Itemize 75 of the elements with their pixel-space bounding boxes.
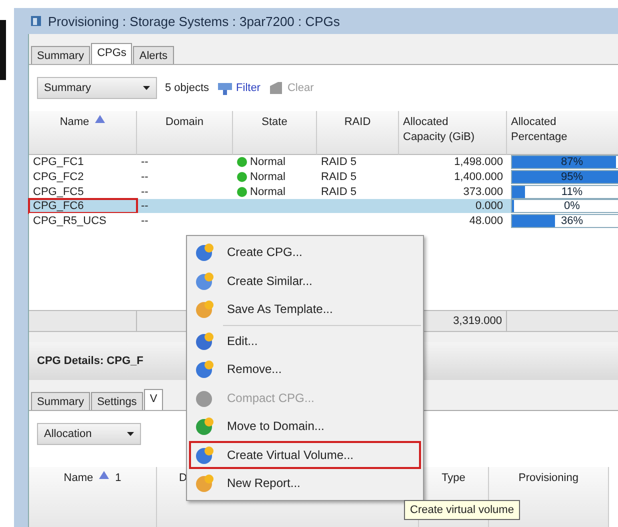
column-header[interactable]: Allocated Capacity (GiB) — [399, 111, 507, 156]
details-title: CPG Details: CPG_F — [37, 355, 144, 367]
column-header[interactable]: State — [233, 111, 317, 156]
table-cell-text: 373.000 — [462, 184, 504, 199]
tab[interactable]: Alerts — [133, 46, 174, 64]
table-cell: CPG_FC6 — [29, 198, 137, 214]
percentage-text: 11% — [561, 186, 583, 198]
window-icon — [30, 15, 42, 28]
table-cell-text: 1,498.000 — [453, 155, 504, 170]
tab[interactable]: V — [144, 389, 164, 410]
percentage-text: 0% — [564, 200, 580, 212]
menu-item[interactable]: Create CPG... — [189, 238, 421, 266]
plus-badge-icon — [195, 444, 215, 465]
tab[interactable]: Summary — [31, 46, 90, 64]
state-text: Normal — [250, 186, 286, 198]
tooltip: Create virtual volume — [404, 500, 520, 520]
view-dropdown[interactable]: Allocation — [37, 423, 141, 445]
table-cell-text: 0.000 — [474, 199, 504, 214]
plus-badge-icon — [195, 330, 215, 351]
tab[interactable]: Settings — [91, 392, 143, 410]
plus-badge-icon — [195, 359, 215, 380]
column-header[interactable]: Allocated Percentage — [507, 111, 618, 156]
status-dot — [237, 186, 247, 197]
menu-item[interactable]: Edit... — [189, 326, 421, 355]
plus-badge-icon — [195, 270, 215, 291]
status-dot — [237, 172, 247, 182]
percentage-text: 36% — [560, 214, 584, 227]
table-row[interactable]: CPG_FC6 -- 0.000 0% — [29, 198, 618, 214]
status-dot — [237, 157, 247, 168]
table-cell-text: RAID 5 — [320, 184, 358, 199]
table-cell-text: -- — [140, 184, 150, 199]
state-text: Normal — [250, 170, 286, 183]
menu-item[interactable]: Create Virtual Volume... — [189, 440, 421, 469]
table-cell-text: CPG_FC5 — [32, 184, 85, 199]
tab[interactable]: Summary — [31, 392, 90, 410]
menu-item[interactable]: Move to Domain... — [189, 412, 421, 440]
sort-rank: 1 — [115, 471, 122, 486]
plus-badge-icon — [195, 242, 215, 262]
menu-item[interactable]: Create Similar... — [189, 266, 421, 295]
table-cell-text: CPG_R5_UCS — [32, 214, 108, 228]
table-cell-text: -- — [140, 214, 150, 228]
sort-up-icon — [95, 115, 106, 124]
plus-badge-icon — [195, 473, 215, 494]
table-cell-text: -- — [140, 199, 150, 214]
filter-icon — [217, 81, 234, 96]
column-header[interactable]: Name — [29, 111, 137, 156]
table-cell-text: RAID 5 — [320, 170, 358, 184]
table-row[interactable]: CPG_R5_UCS -- 48.000 36% — [29, 213, 618, 228]
sort-up-icon — [99, 471, 110, 479]
total-capacity: 3,319.000 — [453, 315, 502, 327]
menu-item[interactable]: Save As Template... — [189, 295, 421, 324]
percentage-text: 87% — [560, 156, 584, 168]
view-dropdown[interactable]: Summary — [37, 77, 157, 100]
caret-icon — [127, 432, 134, 436]
plus-badge-icon — [195, 416, 215, 436]
caret-icon — [143, 86, 150, 90]
column-header[interactable]: Name 1 — [29, 467, 157, 527]
table-cell-text: 48.000 — [468, 214, 504, 228]
window-title: Provisioning : Storage Systems : 3par7200 : CPGs — [48, 14, 340, 29]
table-cell-text: RAID 5 — [320, 155, 358, 170]
tab[interactable]: CPGs — [91, 43, 132, 64]
state-text: Normal — [250, 156, 286, 168]
column-header[interactable]: Domain — [137, 111, 233, 156]
table-cell-text: CPG_FC2 — [32, 170, 85, 184]
column-header[interactable]: RAID — [317, 111, 399, 156]
plus-badge-icon — [195, 299, 215, 320]
table-cell-text: -- — [140, 155, 150, 170]
filter-link[interactable]: Filter — [217, 81, 260, 96]
menu-item[interactable]: New Report... — [189, 469, 421, 498]
object-count: 5 objects — [165, 82, 210, 94]
table-cell-text: CPG_FC1 — [32, 155, 85, 170]
percentage-text: 95% — [560, 170, 584, 183]
table-cell-text: -- — [140, 170, 150, 184]
menu-item[interactable]: Remove... — [189, 355, 421, 384]
table-cell-text: 1,400.000 — [453, 170, 504, 184]
